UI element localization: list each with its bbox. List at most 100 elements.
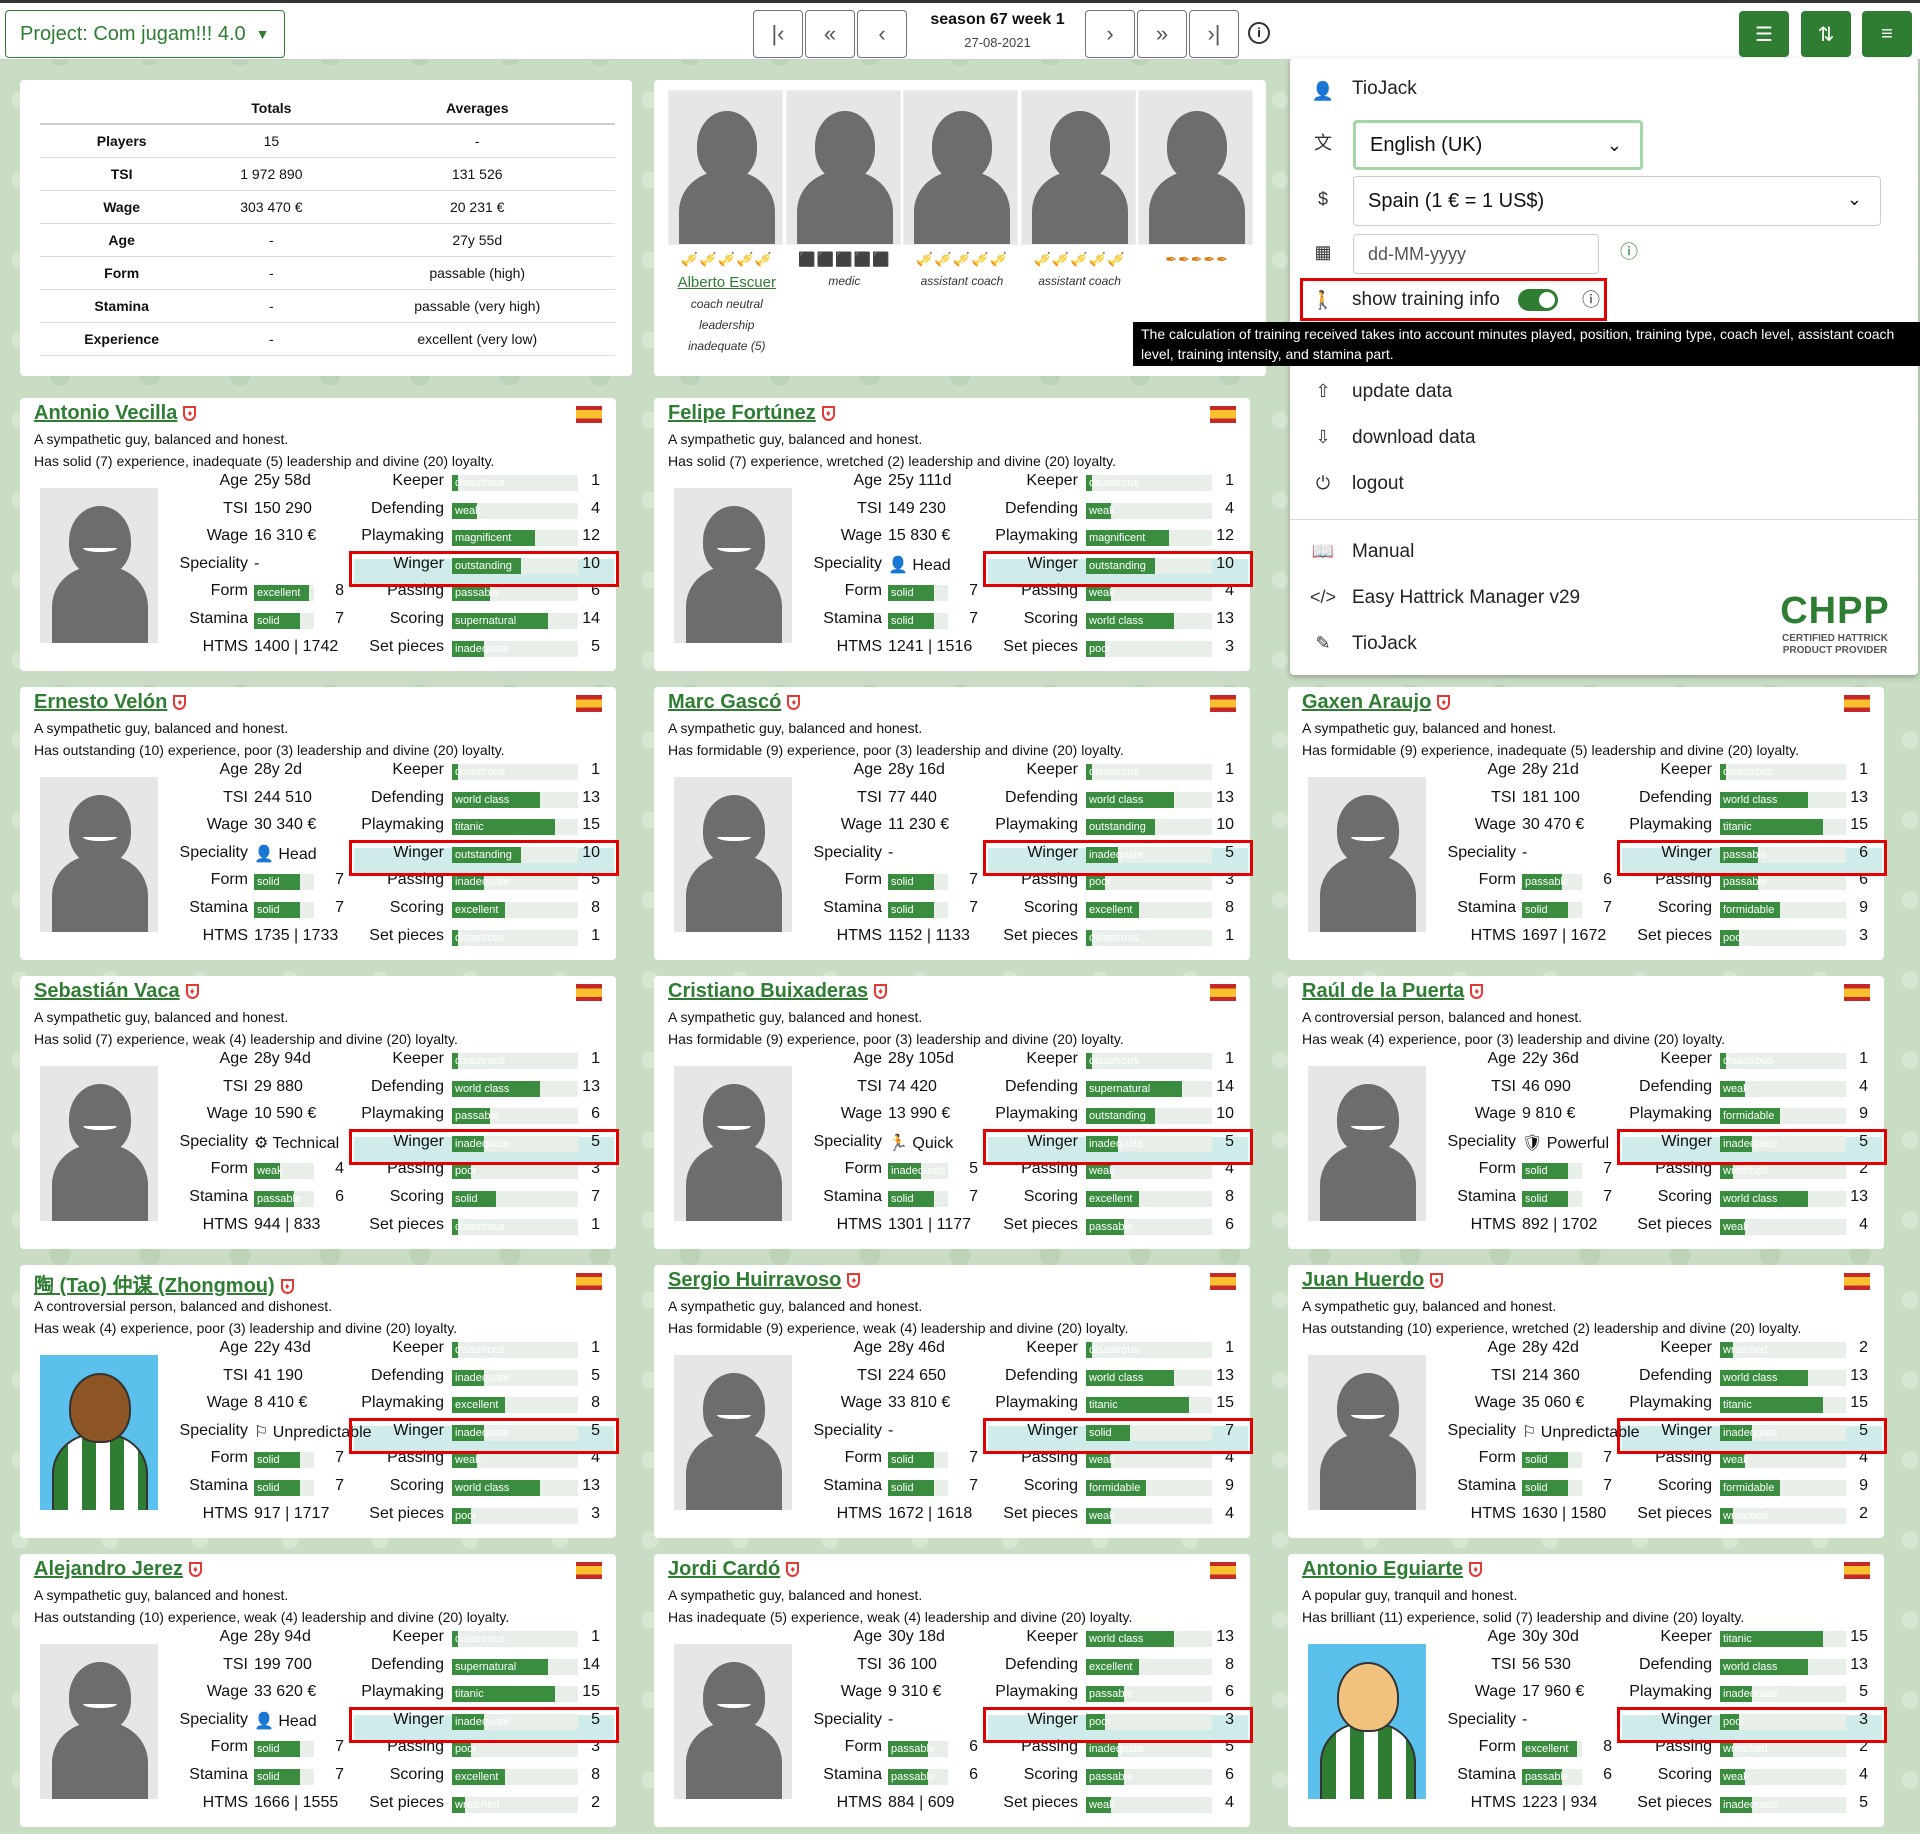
player-name-link[interactable]: Antonio Eguiarte ♦: [1302, 1558, 1483, 1581]
language-icon: 文: [1314, 133, 1332, 153]
skill-label: Keeper: [1026, 1050, 1078, 1067]
skill-row: Set pieces inadequate 5: [1288, 1794, 1884, 1816]
training-toggle-row[interactable]: show training info: [1352, 289, 1558, 311]
prev-week-button[interactable]: ‹: [857, 10, 907, 58]
skill-bar: world class: [452, 1080, 578, 1097]
player-name-link[interactable]: Raúl de la Puerta ♦: [1302, 980, 1484, 1003]
shield-icon: ♦: [280, 1279, 294, 1295]
player-name-link[interactable]: Sergio Huirravoso ♦: [668, 1269, 861, 1292]
app-version-item[interactable]: Easy Hattrick Manager v29: [1352, 587, 1580, 609]
divider: [1290, 519, 1918, 520]
download-data-item[interactable]: download data: [1352, 427, 1476, 449]
skill-row: Scoring excellent 8: [20, 899, 616, 921]
skill-bar: disastrous: [452, 929, 578, 946]
spain-flag-icon: [1210, 406, 1236, 423]
skill-number: 8: [1225, 1188, 1234, 1205]
skill-level-text: excellent: [1089, 1660, 1133, 1673]
skill-label: Playmaking: [1629, 816, 1712, 834]
next-fast-button[interactable]: »: [1137, 10, 1187, 58]
language-select[interactable]: English (UK) ⌄: [1353, 120, 1643, 170]
player-card: Antonio Eguiarte ♦ A popular guy, tranquil…: [1288, 1554, 1887, 1827]
project-dropdown[interactable]: Project: Com jugam!!! 4.0 ▼: [5, 10, 285, 58]
skill-level-text: poor: [455, 1509, 478, 1522]
player-name-link[interactable]: Felipe Fortúnez ♦: [668, 402, 835, 425]
skill-number: 13: [582, 1477, 600, 1494]
skill-label: Playmaking: [1629, 1683, 1712, 1701]
player-name-link[interactable]: Alejandro Jerez ♦: [34, 1558, 202, 1581]
info-icon[interactable]: i: [1248, 22, 1270, 44]
user-icon: 👤: [1311, 81, 1335, 101]
player-name[interactable]: Sergio Huirravoso: [668, 1269, 841, 1291]
menu-button[interactable]: ≡: [1862, 11, 1912, 57]
staff-name-link[interactable]: Alberto Escuer: [668, 274, 786, 291]
logout-item[interactable]: logout: [1352, 473, 1404, 495]
player-name-link[interactable]: Cristiano Buixaderas ♦: [668, 980, 888, 1003]
staff-level-icons: ⬛⬛⬛⬛⬛: [798, 251, 891, 267]
last-week-button[interactable]: ›|: [1189, 10, 1239, 58]
hamburger-icon: ≡: [1881, 22, 1893, 45]
personality-text: A controversial person, balanced and dis…: [34, 1298, 333, 1314]
sort-button[interactable]: ⇅: [1801, 11, 1851, 57]
skill-bar: poor: [452, 1163, 578, 1180]
player-name[interactable]: Juan Huerdo: [1302, 1269, 1424, 1291]
skill-row: Scoring weak 4: [1288, 1766, 1884, 1788]
player-name[interactable]: Ernesto Velón: [34, 691, 167, 713]
skill-number: 1: [591, 1628, 600, 1645]
player-name[interactable]: Raúl de la Puerta: [1302, 980, 1464, 1002]
author-item[interactable]: TioJack: [1352, 633, 1417, 655]
player-name[interactable]: Sebastián Vaca: [34, 980, 180, 1002]
skill-level-text: world class: [1089, 615, 1144, 627]
update-data-item[interactable]: update data: [1352, 381, 1452, 403]
next-week-button[interactable]: ›: [1085, 10, 1135, 58]
skill-row: Playmaking excellent 8: [20, 1394, 616, 1416]
player-name[interactable]: Marc Gascó: [668, 691, 781, 713]
player-name-link[interactable]: 陶 (Tao) 仲谋 (Zhongmou) ♦: [34, 1269, 294, 1298]
skill-bar: formidable: [1720, 902, 1846, 918]
player-name[interactable]: 陶 (Tao) 仲谋 (Zhongmou): [34, 1275, 275, 1297]
player-name-link[interactable]: Sebastián Vaca ♦: [34, 980, 199, 1003]
first-week-button[interactable]: |‹: [753, 10, 803, 58]
skill-row: Set pieces passable 6: [654, 1216, 1250, 1238]
skill-level-text: passable: [1089, 1688, 1134, 1701]
skill-bar: disastrous: [452, 1053, 578, 1069]
skill-bar: weak: [1086, 502, 1212, 519]
skill-label: Defending: [371, 788, 444, 806]
skill-level-text: world class: [455, 1082, 510, 1095]
menu-user[interactable]: TioJack: [1352, 78, 1417, 100]
player-name[interactable]: Felipe Fortúnez: [668, 402, 816, 424]
manual-item[interactable]: Manual: [1352, 541, 1414, 563]
player-name[interactable]: Gaxen Araujo: [1302, 691, 1431, 713]
player-name-link[interactable]: Juan Huerdo ♦: [1302, 1269, 1444, 1292]
skill-level-text: world class: [1089, 793, 1144, 806]
skill-level-text: excellent: [1089, 1193, 1133, 1205]
personality-text: A popular guy, tranquil and honest.: [1302, 1587, 1518, 1603]
player-name[interactable]: Antonio Eguiarte: [1302, 1558, 1463, 1580]
player-card: Sebastián Vaca ♦ A sympathetic guy, balanc…: [20, 976, 619, 1249]
player-name-link[interactable]: Ernesto Velón ♦: [34, 691, 187, 714]
skill-level-text: disastrous: [455, 1055, 506, 1067]
player-name-link[interactable]: Gaxen Araujo ♦: [1302, 691, 1451, 714]
player-name[interactable]: Jordi Cardó: [668, 1558, 780, 1580]
player-name-link[interactable]: Jordi Cardó ♦: [668, 1558, 800, 1581]
prev-fast-button[interactable]: «: [805, 10, 855, 58]
pencil-icon: ✎: [1315, 633, 1331, 653]
player-name[interactable]: Cristiano Buixaderas: [668, 980, 868, 1002]
filter-button[interactable]: ☰: [1739, 11, 1789, 57]
skill-number: 10: [1216, 1105, 1234, 1123]
skill-label: Keeper: [1026, 761, 1078, 778]
skill-row: Set pieces disastrous 1: [20, 1216, 616, 1238]
skill-label: Set pieces: [1637, 926, 1712, 944]
staff-member: ✒✒✒✒✒: [1138, 90, 1256, 360]
player-name[interactable]: Antonio Vecilla: [34, 402, 177, 424]
skill-label: Keeper: [1660, 761, 1712, 778]
player-name[interactable]: Alejandro Jerez: [34, 1558, 183, 1580]
currency-select[interactable]: Spain (1 € = 1 US$) ⌄: [1353, 176, 1881, 226]
staff-avatar: [1138, 90, 1254, 245]
skill-label: Playmaking: [361, 1394, 444, 1412]
player-name-link[interactable]: Marc Gascó ♦: [668, 691, 801, 714]
date-format-input[interactable]: dd-MM-yyyy: [1353, 234, 1599, 274]
skill-level-text: outstanding: [1089, 1110, 1146, 1123]
player-name-link[interactable]: Antonio Vecilla ♦: [34, 402, 197, 425]
training-toggle[interactable]: [1517, 289, 1558, 311]
skill-number: 3: [1859, 926, 1868, 944]
